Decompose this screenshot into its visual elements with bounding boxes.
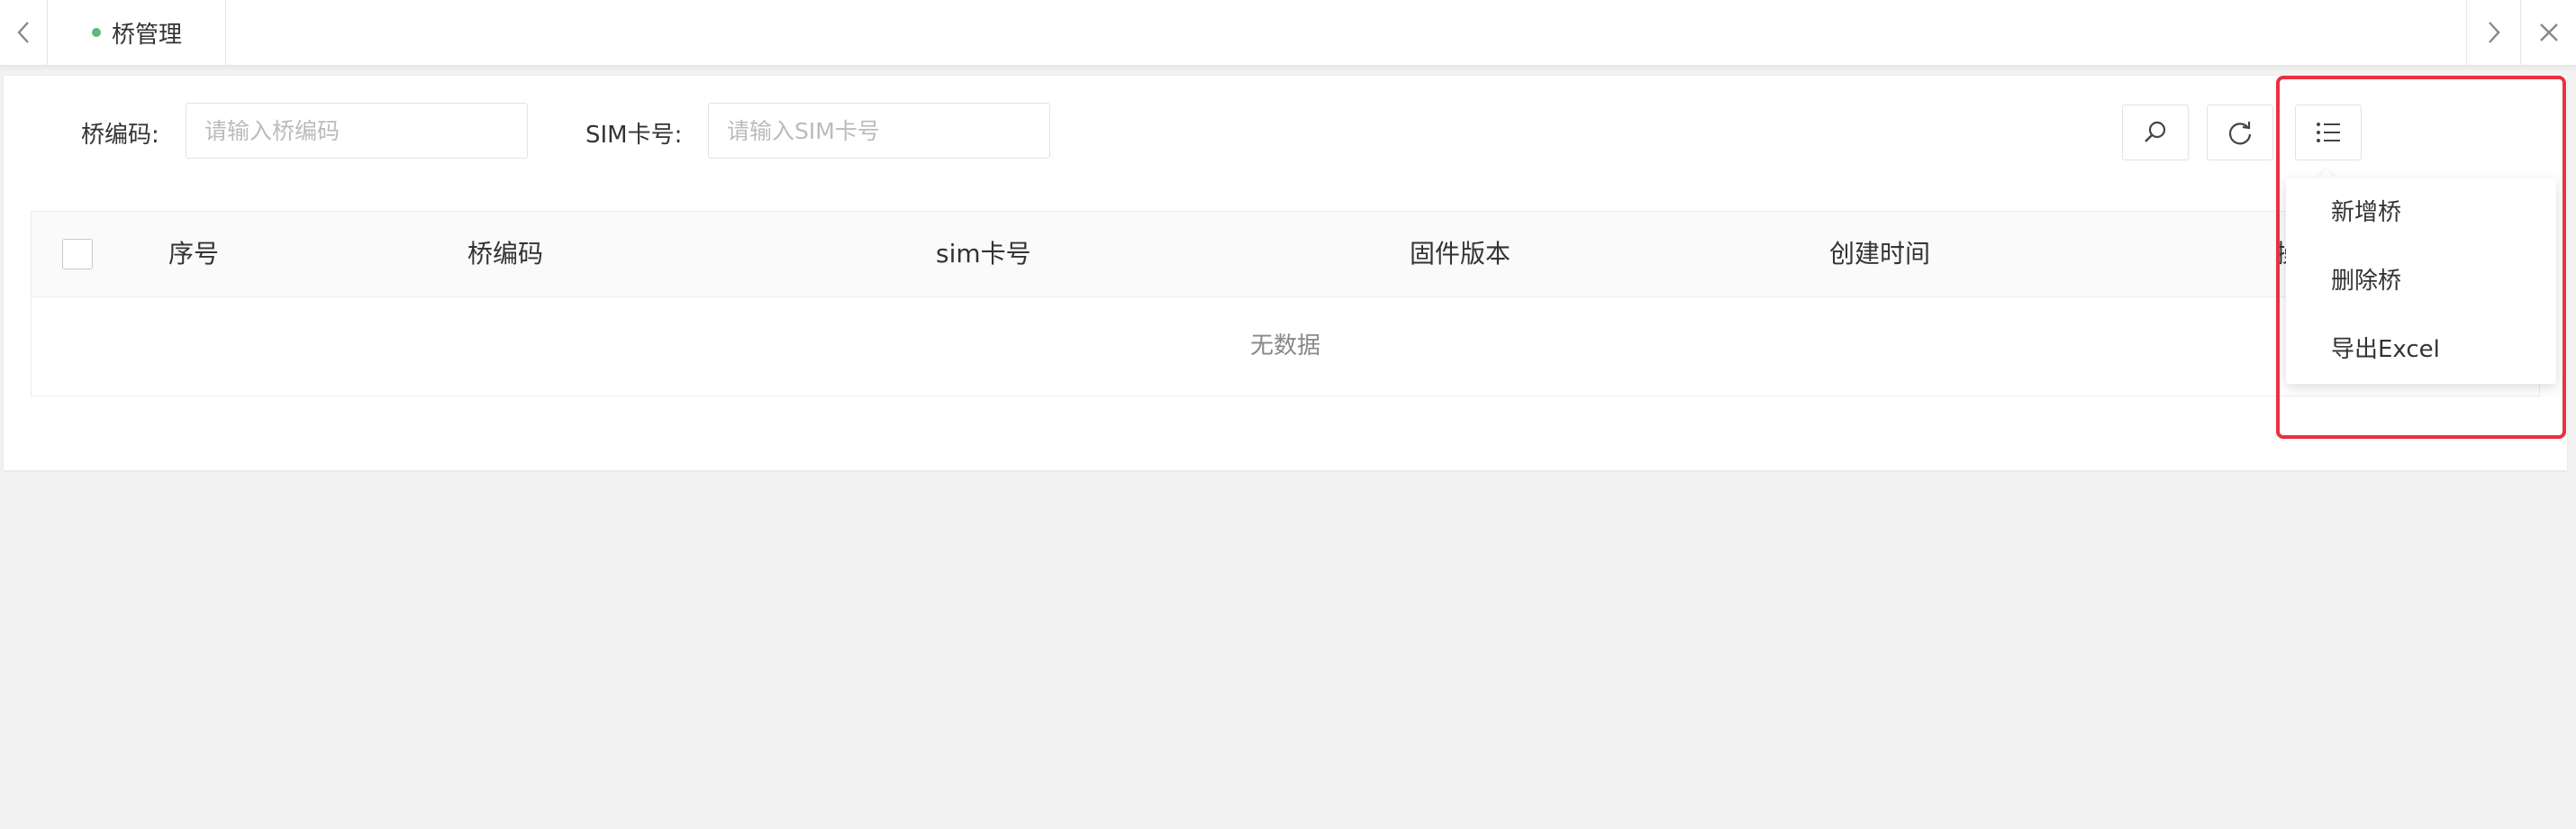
chevron-left-icon (17, 22, 29, 43)
active-dot (91, 28, 101, 37)
sim-input[interactable] (708, 103, 1050, 159)
column-header-sim[interactable]: sim卡号 (936, 212, 1031, 296)
tab-next-button[interactable] (2466, 0, 2521, 65)
tab-prev-button[interactable] (0, 0, 48, 65)
tab-bar: 桥管理 (0, 0, 2576, 66)
column-header-created-time[interactable]: 创建时间 (1829, 212, 1930, 296)
main-card: 桥编码: SIM卡号: 序号 桥编码 sim卡号 固件版本 (4, 76, 2567, 470)
search-icon (2145, 121, 2166, 142)
empty-state: 无数据 (1249, 333, 1320, 360)
tab-bridge-management[interactable]: 桥管理 (49, 0, 226, 65)
column-header-bridge-code[interactable]: 桥编码 (467, 212, 543, 296)
table-header: 序号 桥编码 sim卡号 固件版本 创建时间 操 (32, 212, 2539, 297)
chevron-right-icon (2489, 22, 2500, 43)
bridge-table: 序号 桥编码 sim卡号 固件版本 创建时间 操 无数据 (31, 211, 2540, 396)
search-button[interactable] (2122, 105, 2189, 160)
column-header-index[interactable]: 序号 (168, 212, 219, 296)
refresh-button[interactable] (2207, 105, 2273, 160)
select-all-checkbox[interactable] (62, 239, 93, 269)
tab-close-button[interactable] (2520, 0, 2576, 65)
sim-label: SIM卡号: (585, 122, 683, 149)
refresh-icon (2228, 122, 2252, 145)
close-icon (2540, 23, 2558, 41)
bridge-code-input[interactable] (186, 103, 528, 159)
highlight-annotation-box (2276, 76, 2566, 439)
column-header-firmware[interactable]: 固件版本 (1410, 212, 1510, 296)
bridge-code-label: 桥编码: (81, 122, 159, 149)
tab-label: 桥管理 (111, 21, 182, 49)
